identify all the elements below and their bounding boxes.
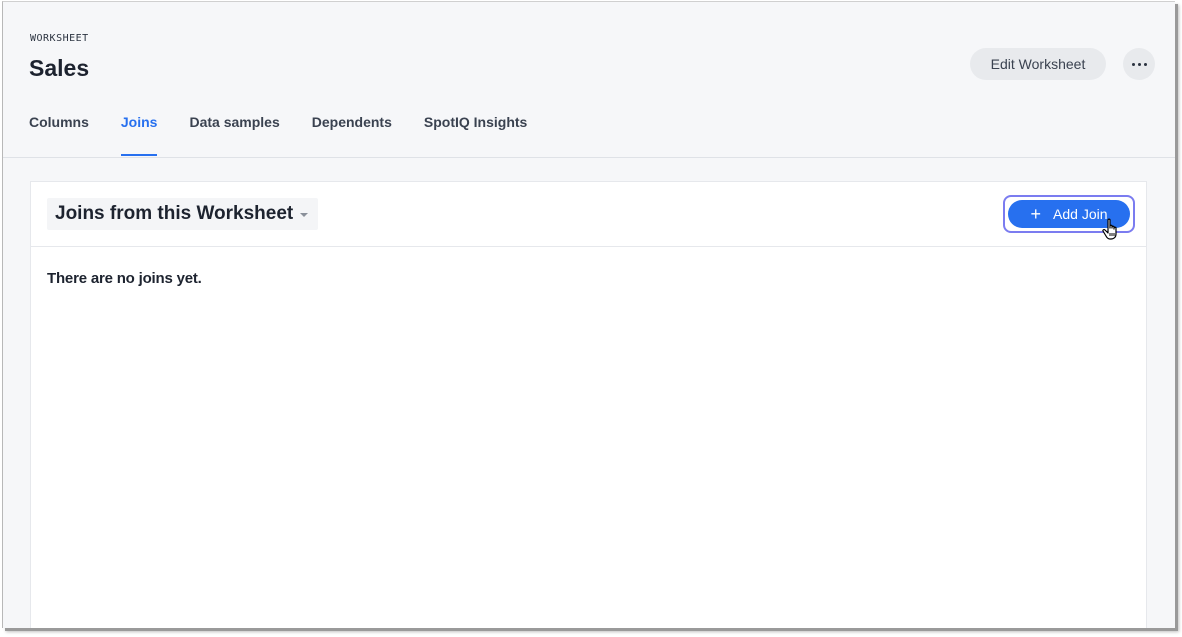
tab-joins[interactable]: Joins [120,114,157,156]
tab-bar: Columns Joins Data samples Dependents Sp… [29,114,559,156]
edit-worksheet-button[interactable]: Edit Worksheet [970,48,1106,80]
tab-dependents[interactable]: Dependents [312,114,392,156]
plus-icon: + [1030,204,1042,224]
tab-columns[interactable]: Columns [29,114,89,156]
page-title: Sales [29,55,90,81]
panel-header: Joins from this Worksheet + Add Join [31,182,1146,247]
joins-panel: Joins from this Worksheet + Add Join The… [30,181,1147,628]
more-horizontal-icon [1131,62,1135,66]
caret-down-icon [300,213,309,217]
page-header: WORKSHEET Sales Edit Worksheet Columns J… [3,2,1175,158]
more-options-button[interactable] [1123,48,1155,80]
tab-spotiq-insights[interactable]: SpotIQ Insights [424,114,527,156]
add-join-label: Add Join [1053,206,1108,222]
hand-pointer-cursor-icon [1102,218,1117,240]
tab-data-samples[interactable]: Data samples [189,114,279,156]
app-window: WORKSHEET Sales Edit Worksheet Columns J… [2,1,1175,628]
object-type-label: WORKSHEET [30,33,89,44]
joins-direction-dropdown[interactable]: Joins from this Worksheet [47,198,319,230]
dropdown-label: Joins from this Worksheet [55,203,294,224]
empty-state-message: There are no joins yet. [47,270,202,287]
